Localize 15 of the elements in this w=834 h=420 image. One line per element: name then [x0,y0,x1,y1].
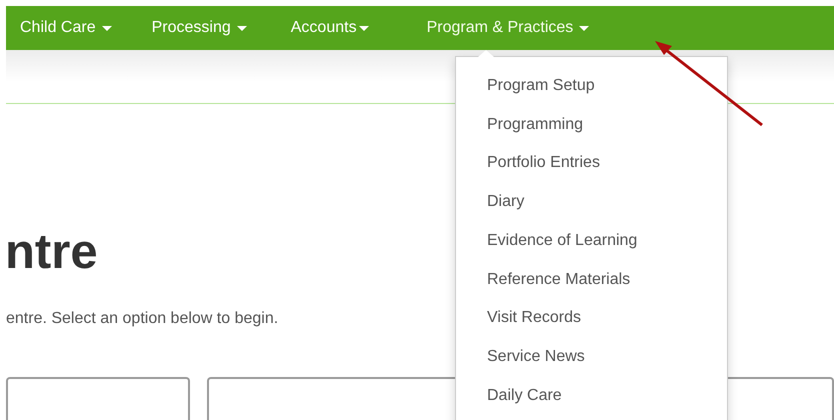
option-card[interactable] [6,377,190,420]
caret-icon [358,26,369,30]
dropdown-item[interactable]: Visit Records [456,299,727,338]
dropdown-item[interactable]: Reference Materials [456,260,727,300]
caret-icon [102,26,112,30]
dropdown-item[interactable]: Evidence of Learning [456,222,727,261]
dropdown-item[interactable]: Programming [456,106,727,144]
dropdown-item[interactable]: Service News [456,338,727,377]
caret-icon [236,26,247,30]
dropdown-item[interactable]: Diary [456,183,727,222]
dropdown-item[interactable]: Daily Care [456,376,727,416]
page-heading: ntre [5,228,98,277]
intro-text: entre. Select an option below to begin. [6,309,278,329]
caret-icon [579,26,590,30]
dropdown-item[interactable]: Portfolio Entries [456,144,727,184]
